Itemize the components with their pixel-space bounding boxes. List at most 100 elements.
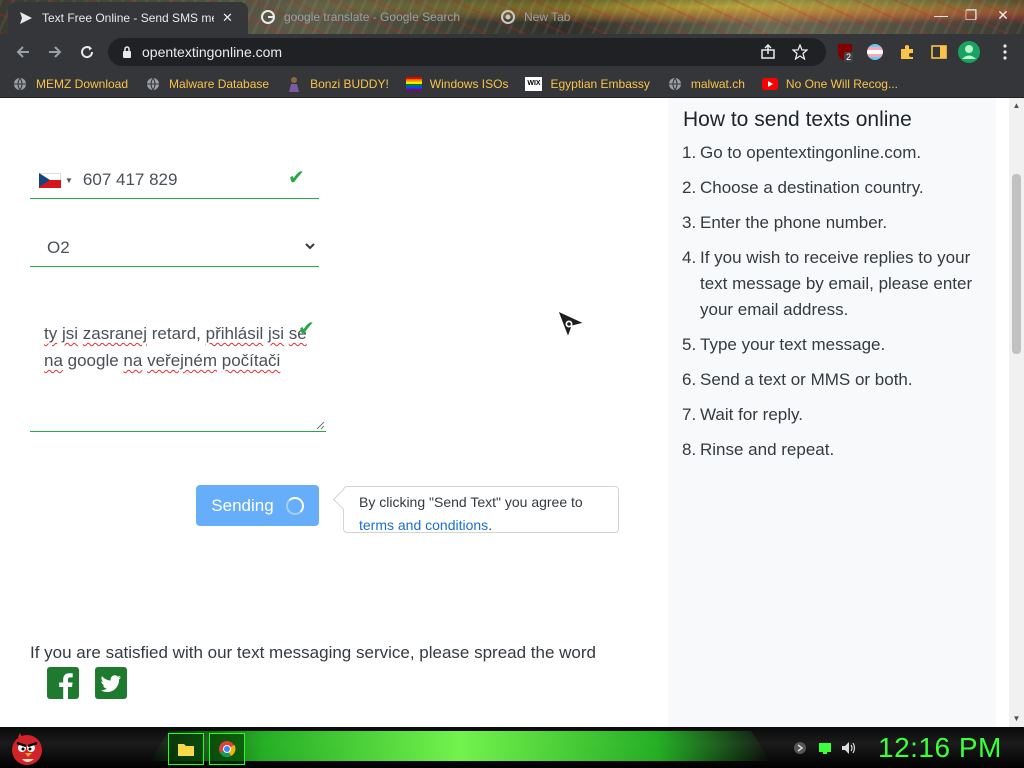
scrollbar-thumb[interactable] (1012, 174, 1021, 354)
misspelled-word: jsi (268, 324, 285, 343)
loading-spinner-icon (285, 496, 304, 515)
taskbar-clock[interactable]: 12:16 PM (878, 732, 1002, 764)
bookmark-windows-isos[interactable]: Windows ISOs (405, 76, 509, 92)
side-panel-icon[interactable] (928, 41, 950, 63)
carrier-select[interactable]: O2 (30, 230, 319, 267)
misspelled-word: zasranej (82, 324, 148, 343)
list-item: 8. Rinse and repeat. (682, 440, 835, 459)
message-valid-check-icon: ✔ (298, 318, 315, 340)
google-icon (260, 9, 276, 25)
lock-icon (123, 46, 131, 58)
bookmark-label: Bonzi BUDDY! (310, 76, 389, 91)
scroll-down-icon[interactable]: ▼ (1012, 714, 1021, 723)
browser-menu-icon[interactable] (994, 41, 1016, 63)
list-item: 3. Enter the phone number. (682, 213, 888, 232)
back-arrow-icon[interactable] (8, 37, 38, 67)
bookmark-label: No One Will Recog... (785, 76, 898, 91)
list-item: 4. If you wish to receive replies to your… (682, 248, 973, 319)
taskbar-chrome-button[interactable] (209, 733, 245, 765)
wix-logo-text: WIX (527, 80, 541, 87)
extensions-puzzle-icon[interactable] (896, 41, 918, 63)
bookmark-egyptian-embassy[interactable]: WIX Egyptian Embassy (525, 76, 650, 91)
paper-plane-icon (18, 10, 34, 26)
sms-form-column: ▼ 607 417 829 ✔ O2 ty jsi zasranej retar… (0, 98, 668, 727)
terms-prefix: By clicking "Send Text" you agree to (359, 494, 583, 510)
url-text: opentextingonline.com (142, 44, 283, 60)
tray-network-icon[interactable] (792, 740, 808, 756)
phone-number-field[interactable]: ▼ 607 417 829 ✔ (30, 162, 319, 199)
bookmark-bonzi-buddy[interactable]: Bonzi BUDDY! (286, 76, 389, 92)
browser-title-bar: Text Free Online - Send SMS me ✕ google … (0, 0, 1024, 34)
tab-title: google translate - Google Search (284, 10, 461, 24)
bookmark-memz-download[interactable]: MEMZ Download (12, 76, 128, 92)
list-item: 7. Wait for reply. (682, 405, 803, 424)
tab-google-search[interactable]: google translate - Google Search (250, 2, 486, 32)
list-item: 6. Send a text or MMS or both. (682, 370, 913, 389)
minimize-icon[interactable]: — (926, 0, 956, 30)
misspelled-word: na (123, 351, 143, 370)
share-icon[interactable] (758, 42, 778, 62)
list-item: 5. Type your text message. (682, 335, 886, 354)
message-segment: google (62, 351, 124, 370)
folder-icon (178, 744, 194, 756)
restore-icon[interactable]: ❐ (956, 0, 986, 30)
phone-number-value: 607 417 829 (82, 170, 178, 189)
phone-valid-check-icon: ✔ (288, 167, 305, 189)
tab-close-icon[interactable]: ✕ (222, 10, 233, 26)
list-item: 1. Go to opentextingonline.com. (682, 143, 922, 162)
misspelled-word: veřejném (147, 351, 217, 370)
youtube-icon (761, 76, 778, 92)
message-segment: retard, (147, 324, 206, 343)
carrier-selected-value: O2 (47, 238, 70, 257)
tab-text-free-online[interactable]: Text Free Online - Send SMS me ✕ (8, 2, 248, 34)
taskbar-explorer-button[interactable] (168, 733, 204, 765)
misspelled-word: počítači (221, 351, 281, 370)
country-dropdown-caret-icon[interactable]: ▼ (65, 176, 73, 185)
bookmark-malwatch[interactable]: malwat.ch (667, 76, 745, 92)
message-textarea[interactable]: ty jsi zasranej retard, přihlásil jsi se… (30, 308, 326, 432)
send-text-button[interactable]: Sending (196, 485, 319, 526)
bookmark-no-one-will-recog[interactable]: No One Will Recog... (761, 76, 898, 92)
chrome-icon (219, 741, 236, 758)
address-bar[interactable]: opentextingonline.com (108, 38, 826, 66)
bookmark-label: malwat.ch (690, 76, 745, 91)
profile-avatar-icon[interactable] (958, 41, 980, 63)
spread-the-word-text: If you are satisfied with our text messa… (30, 643, 597, 662)
window-close-icon[interactable]: ✕ (988, 0, 1018, 30)
start-angry-bird-icon[interactable] (8, 729, 46, 767)
bookmark-star-icon[interactable] (790, 42, 810, 62)
bookmarks-bar: MEMZ Download Malware Database Bonzi BUD… (0, 70, 1024, 98)
bookmark-malware-database[interactable]: Malware Database (145, 76, 269, 92)
czech-flag-icon[interactable] (39, 172, 61, 188)
wix-icon: WIX (525, 76, 543, 91)
tab-title: Text Free Online - Send SMS me (42, 11, 214, 25)
misspelled-word: jsi (61, 324, 79, 343)
reload-icon[interactable] (72, 37, 102, 67)
page-scrollbar[interactable]: ▲ ▼ (1009, 98, 1024, 727)
terms-and-conditions-link[interactable]: terms and conditions (359, 517, 488, 533)
facebook-share-icon[interactable] (47, 667, 79, 699)
bookmark-label: Malware Database (169, 76, 270, 91)
bookmark-label: Windows ISOs (429, 76, 509, 91)
tray-display-icon[interactable] (817, 740, 833, 756)
tab-new-tab[interactable]: New Tab (490, 2, 610, 32)
globe-icon (12, 76, 28, 92)
forward-arrow-icon[interactable] (40, 37, 70, 67)
scroll-up-icon[interactable]: ▲ (1012, 101, 1021, 110)
ublock-icon[interactable]: 2 (834, 41, 856, 63)
twitter-share-icon[interactable] (95, 667, 127, 699)
misspelled-word: přihlásil (205, 324, 264, 343)
terms-suffix: . (488, 517, 493, 533)
resize-handle-icon[interactable] (316, 421, 325, 430)
extension-badge: 2 (844, 52, 854, 62)
pride-flag-extension-icon[interactable] (864, 41, 886, 63)
chevron-down-icon (305, 243, 315, 250)
tray-volume-icon[interactable] (841, 740, 857, 756)
misspelled-word: ty (44, 324, 58, 343)
mouse-cursor-icon (557, 310, 586, 339)
misspelled-word: na (44, 351, 63, 370)
rainbow-flag-icon (405, 76, 422, 92)
instructions-sidebar: How to send texts online 1. Go to opentex… (668, 98, 996, 727)
browser-toolbar: opentextingonline.com 2 (0, 34, 1024, 70)
bookmark-label: MEMZ Download (36, 76, 129, 91)
